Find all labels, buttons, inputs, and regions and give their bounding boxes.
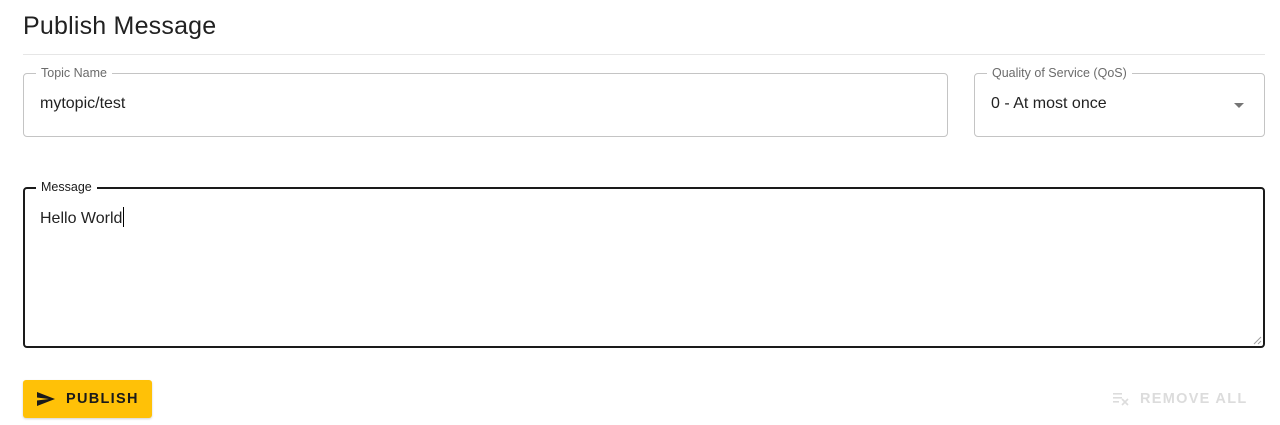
qos-label: Quality of Service (QoS)	[987, 65, 1132, 81]
message-label: Message	[36, 179, 97, 195]
text-caret	[123, 207, 125, 227]
remove-all-button[interactable]: REMOVE ALL	[1112, 383, 1248, 415]
message-field[interactable]: Message Hello World	[23, 179, 1265, 348]
topic-name-field[interactable]: Topic Name mytopic/test	[23, 65, 948, 137]
clear-all-icon	[1113, 393, 1129, 406]
publish-button[interactable]: PUBLISH	[23, 380, 152, 418]
qos-selected-value[interactable]: 0 - At most once	[991, 95, 1107, 113]
topic-name-label: Topic Name	[36, 65, 112, 81]
publish-message-panel: Publish Message Topic Name mytopic/test …	[0, 0, 1280, 425]
page-title: Publish Message	[23, 12, 217, 40]
qos-select[interactable]: Quality of Service (QoS) 0 - At most onc…	[974, 65, 1265, 137]
send-icon	[37, 392, 55, 406]
arrow-drop-down-icon[interactable]	[1234, 103, 1244, 108]
publish-button-label: PUBLISH	[66, 391, 139, 407]
title-divider	[23, 54, 1265, 55]
message-textarea[interactable]: Hello World	[40, 207, 125, 228]
message-text: Hello World	[40, 210, 123, 227]
topic-name-input[interactable]: mytopic/test	[40, 95, 125, 113]
remove-all-button-label: REMOVE ALL	[1140, 391, 1248, 407]
resize-grip-icon[interactable]	[1252, 335, 1262, 345]
